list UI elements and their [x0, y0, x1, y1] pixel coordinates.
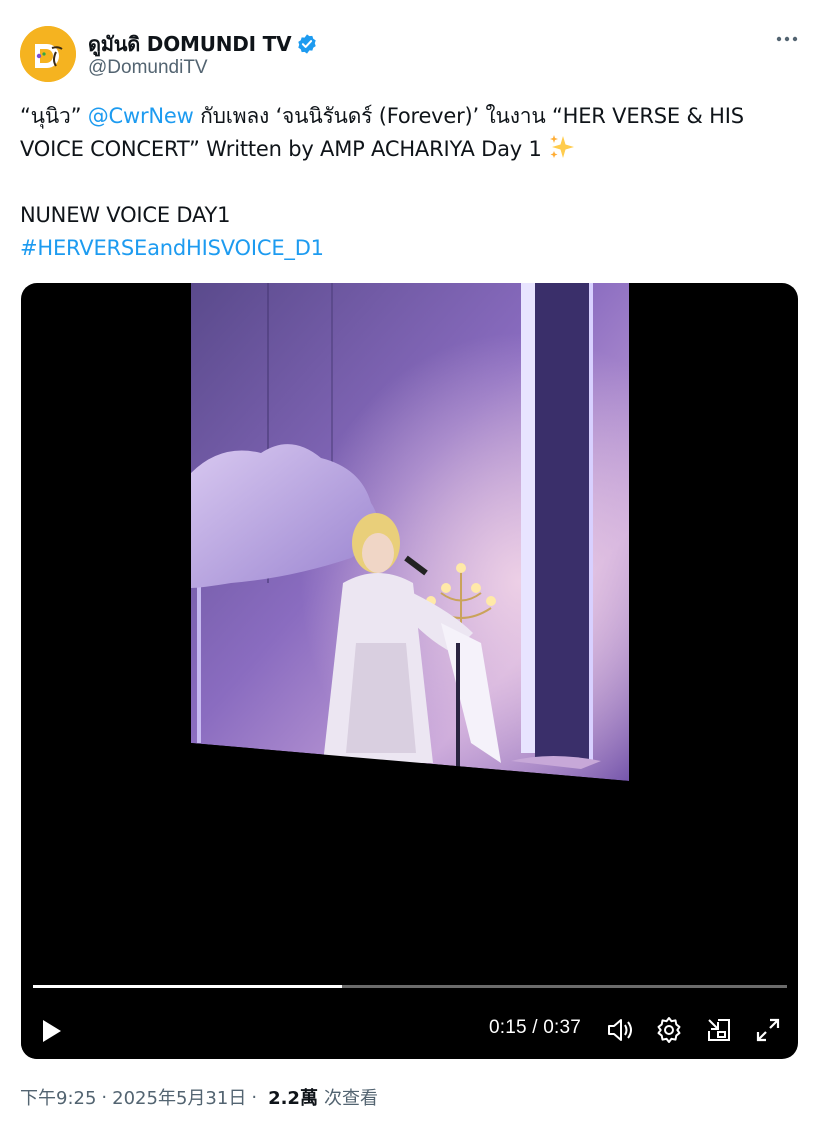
- video-progress-fill: [33, 985, 343, 988]
- settings-gear-icon[interactable]: [654, 1015, 684, 1045]
- tweet-text: “นุนิว” @CwrNew กับเพลง ‘จนนิรันดร์ (For…: [20, 100, 800, 265]
- tweet-text-segment: “นุนิว”: [20, 104, 88, 128]
- author-name-row[interactable]: ดูมันดิ DOMUNDI TV: [88, 28, 318, 60]
- tweet-line-2: VOICE CONCERT” Written by AMP ACHARIYA D…: [20, 133, 800, 166]
- tweet-line-1: “นุนิว” @CwrNew กับเพลง ‘จนนิรันดร์ (For…: [20, 100, 800, 133]
- author-handle[interactable]: @DomundiTV: [88, 57, 208, 79]
- tweet-time[interactable]: 下午9:25: [20, 1084, 96, 1110]
- meta-separator: ·: [251, 1086, 258, 1108]
- video-time: 0:15 / 0:37: [489, 1017, 581, 1039]
- verified-badge-icon: [298, 34, 317, 54]
- video-progress-bar[interactable]: [33, 985, 787, 988]
- mention-link[interactable]: @CwrNew: [88, 104, 194, 128]
- display-name[interactable]: ดูมันดิ DOMUNDI TV: [88, 28, 292, 60]
- tweet-text-segment: กับเพลง ‘จนนิรันดร์ (Forever)’ ในงาน “HE…: [193, 104, 744, 128]
- current-time: 0:15: [489, 1017, 527, 1038]
- video-controls: 0:15 / 0:37: [21, 1005, 798, 1053]
- fullscreen-icon[interactable]: [753, 1015, 783, 1045]
- play-icon[interactable]: [37, 1017, 65, 1045]
- domundi-logo-icon: [20, 26, 76, 82]
- duration: 0:37: [543, 1017, 581, 1038]
- tweet-meta: 下午9:25 · 2025年5月31日 · 2.2萬 次查看: [20, 1084, 378, 1110]
- more-horizontal-icon[interactable]: [774, 26, 800, 52]
- video-frame-image: [21, 283, 629, 1059]
- view-count: 2.2萬: [268, 1088, 318, 1109]
- hashtag-link[interactable]: #HERVERSEandHISVOICE_D1: [20, 232, 800, 265]
- tweet: ดูมันดิ DOMUNDI TV @DomundiTV “นุนิว” @C…: [0, 0, 822, 1126]
- sparkles-icon: [550, 135, 575, 158]
- view-count-label: 次查看: [323, 1088, 378, 1109]
- volume-icon[interactable]: [605, 1015, 635, 1045]
- tweet-text-segment: VOICE CONCERT” Written by AMP ACHARIYA D…: [20, 137, 549, 161]
- avatar[interactable]: [20, 26, 76, 82]
- picture-in-picture-icon[interactable]: [704, 1015, 734, 1045]
- meta-separator: ·: [101, 1086, 108, 1108]
- video-player[interactable]: 0:15 / 0:37: [21, 283, 798, 1059]
- time-separator: /: [526, 1017, 544, 1038]
- tweet-line-3: NUNEW VOICE DAY1: [20, 203, 231, 227]
- tweet-date[interactable]: 2025年5月31日: [112, 1084, 246, 1110]
